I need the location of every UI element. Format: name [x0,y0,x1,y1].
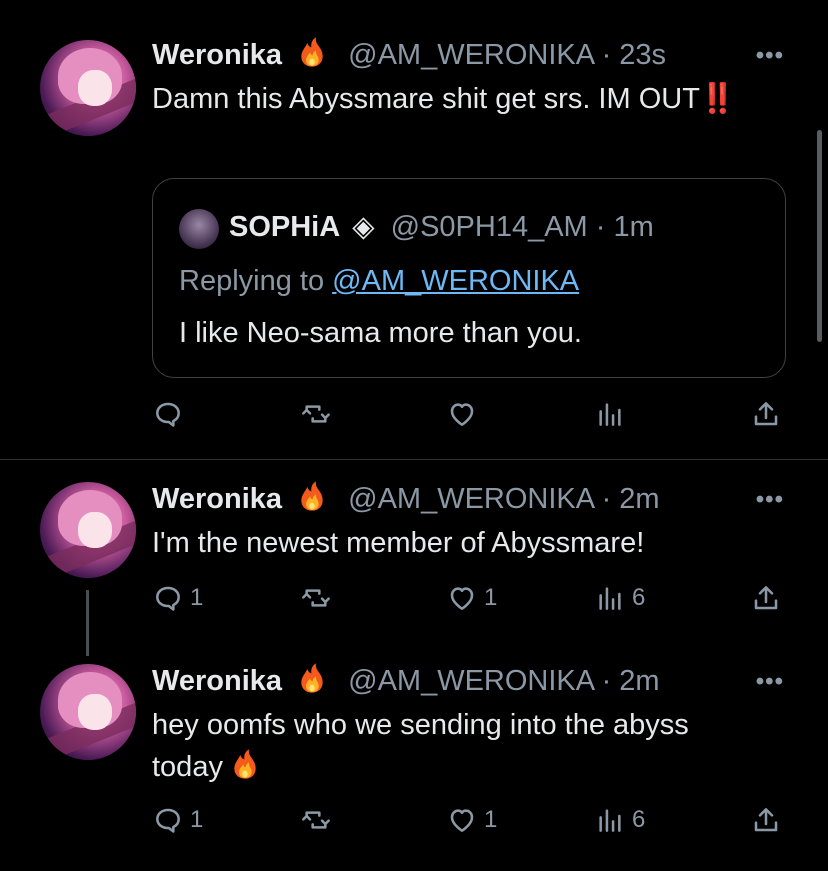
retweet-button[interactable] [300,396,338,432]
like-button[interactable]: 1 [446,580,497,616]
reply-icon [152,804,184,836]
reply-button[interactable]: 1 [152,802,203,838]
views-button[interactable]: 6 [594,802,645,838]
timestamp[interactable]: 23s [619,39,666,71]
handle[interactable]: @AM_WERONIKA [348,39,593,71]
share-button[interactable] [750,580,782,616]
reply-icon [152,582,184,614]
avatar[interactable] [40,664,136,760]
display-name[interactable]: Weronika [152,483,282,515]
like-icon [446,398,478,430]
like-icon [446,582,478,614]
handle[interactable]: @AM_WERONIKA [348,483,593,515]
display-name[interactable]: Weronika [152,665,282,697]
fire-icon [296,662,328,694]
share-icon [750,398,782,430]
time-separator: · [593,483,620,515]
tweet-text-body: Damn this Abyssmare shit get srs. IM OUT [152,83,700,115]
more-icon[interactable]: ••• [756,42,784,70]
time-separator: · [587,211,614,243]
views-count: 6 [632,584,646,611]
timestamp[interactable]: 2m [619,665,659,697]
tweet-text: I'm the newest member of Abyssmare! [152,527,645,559]
display-name[interactable]: Weronika [152,39,282,71]
thread-line [86,590,89,656]
replying-to-mention[interactable]: @AM_WERONIKA [332,265,579,297]
like-count: 1 [484,806,498,833]
reply-count: 1 [190,584,204,611]
time-separator: · [593,665,620,697]
retweet-icon [300,398,332,430]
views-button[interactable] [594,396,632,432]
tweet-header: Weronika @AM_WERONIKA · 23s [152,36,666,73]
tweet-header: Weronika @AM_WERONIKA · 2m [152,480,660,517]
retweet-icon [300,804,332,836]
reply-icon [152,398,184,430]
tweet-3[interactable]: Weronika @AM_WERONIKA · 2m ••• hey oomfs… [0,660,828,871]
like-button[interactable]: 1 [446,802,497,838]
avatar[interactable] [40,40,136,136]
quoted-display-name[interactable]: SOPHiA [229,211,340,243]
action-bar [152,396,792,432]
share-button[interactable] [750,396,782,432]
like-count: 1 [484,584,498,611]
replying-to-label: Replying to [179,265,333,297]
share-icon [750,582,782,614]
replying-to: Replying to @AM_WERONIKA [179,263,579,299]
tweet-text: Damn this Abyssmare shit get srs. IM OUT… [152,78,752,120]
fire-icon [229,748,261,780]
tweet-text-line-2-body: today [152,751,223,783]
like-button[interactable] [446,396,484,432]
retweet-button[interactable] [300,580,338,616]
action-bar: 1 1 6 [152,802,792,838]
more-icon[interactable]: ••• [756,668,784,696]
reply-button[interactable] [152,396,190,432]
views-count: 6 [632,806,646,833]
double-exclamation-icon: ‼️ [699,83,737,115]
tweet-text-line-1: hey oomfs who we sending into the abyss [152,709,689,741]
verified-diamond-icon: ◈ [352,211,375,243]
like-icon [446,804,478,836]
tweet-text-line-2: today [152,746,752,788]
timestamp[interactable]: 2m [619,483,659,515]
more-icon[interactable]: ••• [756,486,784,514]
quoted-tweet[interactable]: SOPHiA ◈ @S0PH14_AM · 1m Replying to @AM… [152,178,786,378]
retweet-button[interactable] [300,802,338,838]
quoted-timestamp[interactable]: 1m [614,211,654,243]
share-icon [750,804,782,836]
quoted-header: SOPHiA ◈ @S0PH14_AM · 1m [229,209,654,245]
fire-icon [296,36,328,68]
tweet-1[interactable]: Weronika @AM_WERONIKA · 23s ••• Damn thi… [0,0,828,459]
reply-count: 1 [190,806,204,833]
quoted-avatar[interactable] [179,209,219,249]
quoted-handle[interactable]: @S0PH14_AM [391,211,588,243]
handle[interactable]: @AM_WERONIKA [348,665,593,697]
tweet-header: Weronika @AM_WERONIKA · 2m [152,662,660,699]
reply-button[interactable]: 1 [152,580,203,616]
views-icon [594,804,626,836]
avatar[interactable] [40,482,136,578]
quoted-text: I like Neo-sama more than you. [179,317,582,349]
views-icon [594,398,626,430]
time-separator: · [593,39,620,71]
action-bar: 1 1 6 [152,580,792,616]
share-button[interactable] [750,802,782,838]
views-button[interactable]: 6 [594,580,645,616]
tweet-text: hey oomfs who we sending into the abyss … [152,704,752,788]
views-icon [594,582,626,614]
retweet-icon [300,582,332,614]
tweet-2[interactable]: Weronika @AM_WERONIKA · 2m ••• I'm the n… [0,460,828,650]
fire-icon [296,480,328,512]
